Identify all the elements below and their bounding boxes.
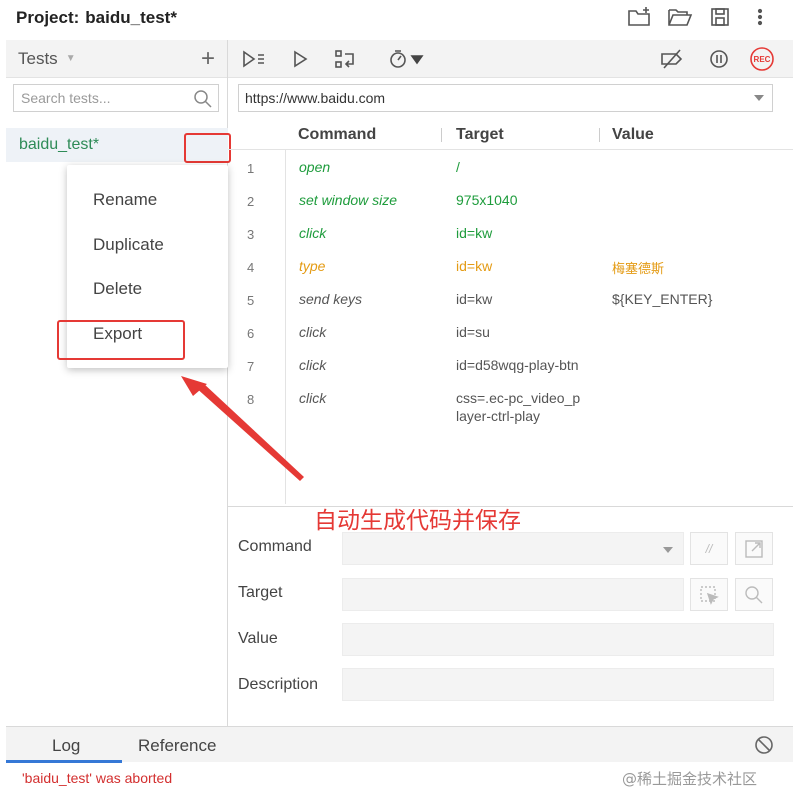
tab-reference[interactable]: Reference bbox=[138, 736, 216, 756]
log-message: 'baidu_test' was aborted bbox=[22, 770, 173, 786]
annotation-arrow bbox=[181, 376, 304, 481]
watermark: @稀土掘金技术社区 bbox=[622, 770, 758, 788]
annotation-text: 自动生成代码并保存 bbox=[314, 508, 521, 534]
clear-log-icon[interactable] bbox=[753, 734, 775, 761]
tab-log[interactable]: Log bbox=[52, 736, 80, 756]
log-panel-tabs: Log Reference bbox=[6, 726, 793, 763]
active-tab-indicator bbox=[6, 760, 122, 763]
